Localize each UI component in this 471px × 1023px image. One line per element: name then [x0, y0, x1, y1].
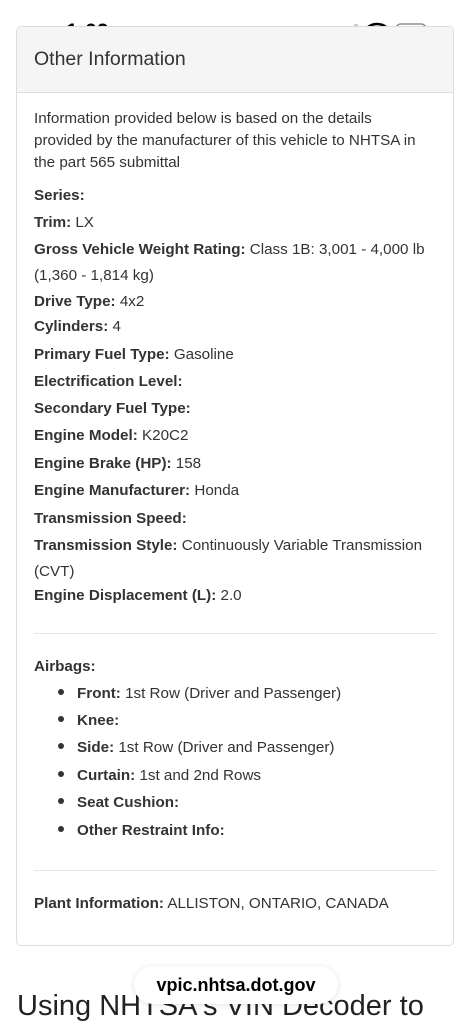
spec-value: 4x2 — [115, 293, 145, 310]
spec-value: 2.0 — [216, 587, 242, 604]
spec-value-continued: (1,360 - 1,814 kg) — [34, 267, 154, 284]
spec-value: 158 — [171, 455, 202, 472]
spec-label: Electrification Level: — [34, 373, 183, 390]
airbag-value: 1st and 2nd Rows — [135, 767, 262, 784]
airbag-label: Curtain: — [77, 767, 136, 784]
spec-value: LX — [71, 214, 94, 231]
spec-label: Series: — [34, 187, 85, 204]
spec-label: Cylinders: — [34, 318, 109, 335]
airbag-value: 1st Row (Driver and Passenger) — [114, 739, 335, 756]
spec-label: Transmission Speed: — [34, 510, 187, 527]
spec-row: Drive Type: 4x2 — [34, 288, 144, 315]
airbag-item: Curtain: 1st and 2nd Rows — [58, 765, 261, 787]
spec-value: Honda — [190, 482, 240, 499]
bullet-icon — [58, 797, 64, 804]
spec-row: Secondary Fuel Type: — [34, 395, 191, 422]
bullet-icon — [58, 688, 64, 695]
plant-label: Plant Information: — [34, 895, 164, 912]
bullet-icon — [58, 825, 64, 832]
spec-value-continued: (CVT) — [34, 563, 75, 580]
spec-row: Gross Vehicle Weight Rating: Class 1B: 3… — [34, 236, 425, 288]
spec-label: Drive Type: — [34, 293, 116, 310]
airbag-item: Side: 1st Row (Driver and Passenger) — [58, 737, 334, 759]
bullet-icon — [58, 742, 64, 749]
spec-row: Cylinders: 4 — [34, 313, 121, 340]
airbag-item: Other Restraint Info: — [58, 820, 225, 842]
airbag-label: Knee: — [77, 712, 120, 729]
spec-row: Trim: LX — [34, 209, 94, 236]
spec-value: Continuously Variable Transmission — [177, 537, 423, 554]
spec-value: Class 1B: 3,001 - 4,000 lb — [245, 241, 425, 258]
section-divider — [34, 870, 437, 871]
spec-label: Engine Brake (HP): — [34, 455, 172, 472]
spec-value: K20C2 — [137, 427, 189, 444]
spec-row: Engine Displacement (L): 2.0 — [34, 582, 242, 609]
airbag-label: Seat Cushion: — [77, 794, 180, 811]
spec-row: Electrification Level: — [34, 368, 183, 395]
spec-label: Transmission Style: — [34, 537, 178, 554]
airbag-label: Front: — [77, 685, 121, 702]
airbag-label: Other Restraint Info: — [77, 822, 225, 839]
spec-row: Primary Fuel Type: Gasoline — [34, 341, 234, 368]
spec-label: Primary Fuel Type: — [34, 346, 170, 363]
spec-row: Transmission Style: Continuously Variabl… — [34, 532, 422, 584]
intro-text: Information provided below is based on t… — [34, 110, 416, 171]
spec-label: Engine Model: — [34, 427, 138, 444]
spec-row: Transmission Speed: — [34, 505, 187, 532]
address-bar[interactable]: vpic.nhtsa.dot.gov — [134, 966, 338, 1004]
spec-label: Gross Vehicle Weight Rating: — [34, 241, 246, 258]
section-divider — [34, 633, 437, 634]
plant-information: Plant Information: ALLISTON, ONTARIO, CA… — [34, 893, 389, 915]
panel-header: Other Information — [17, 27, 453, 93]
airbag-item: Front: 1st Row (Driver and Passenger) — [58, 683, 341, 705]
plant-value: ALLISTON, ONTARIO, CANADA — [163, 895, 389, 912]
spec-row: Engine Manufacturer: Honda — [34, 477, 239, 504]
spec-value: Gasoline — [169, 346, 234, 363]
airbag-item: Seat Cushion: — [58, 792, 179, 814]
panel-title: Other Information — [34, 48, 186, 70]
airbag-label: Side: — [77, 739, 115, 756]
spec-row: Series: — [34, 182, 85, 209]
spec-label: Engine Displacement (L): — [34, 587, 217, 604]
spec-label: Trim: — [34, 214, 72, 231]
spec-row: Engine Model: K20C2 — [34, 422, 188, 449]
airbag-item: Knee: — [58, 710, 119, 732]
bullet-icon — [58, 770, 64, 777]
spec-row: Engine Brake (HP): 158 — [34, 450, 201, 477]
bullet-icon — [58, 715, 64, 722]
spec-value: 4 — [108, 318, 121, 335]
airbags-label: Airbags: — [34, 658, 96, 675]
airbag-value: 1st Row (Driver and Passenger) — [120, 685, 342, 702]
spec-label: Secondary Fuel Type: — [34, 400, 191, 417]
spec-label: Engine Manufacturer: — [34, 482, 191, 499]
